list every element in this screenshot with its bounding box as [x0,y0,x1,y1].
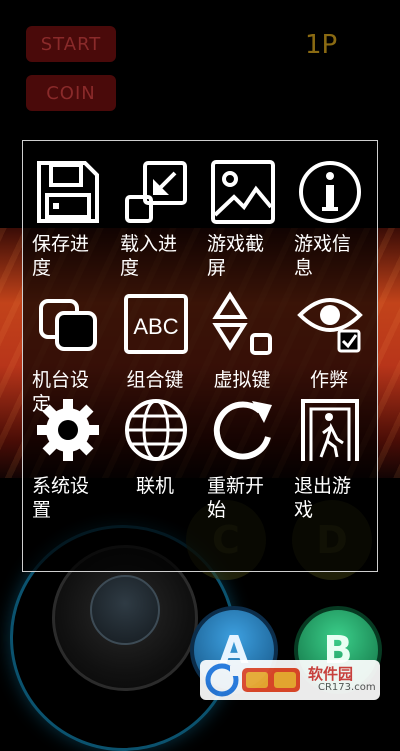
menu-item-label: 退出游戏 [294,475,352,521]
menu-item-cheat[interactable]: 作弊 [285,272,371,402]
menu-item-combo-keys[interactable]: ABC 组合键 [111,272,197,402]
virtual-keys-icon [212,291,272,355]
save-icon [37,161,99,223]
menu-item-screenshot[interactable]: 游戏截屏 [198,141,284,279]
globe-icon [125,399,187,461]
menu-item-exit[interactable]: 退出游戏 [285,392,371,522]
joystick-knob[interactable] [90,575,160,645]
game-menu-panel: 保存进度 载入进度 游戏截屏 游戏信息 机台设定 ABC 组合键 虚拟键 作弊 … [22,140,378,572]
menu-item-label: 虚拟键 [213,369,271,391]
screenshot-icon [211,160,275,224]
svg-text:ABC: ABC [133,314,178,339]
menu-item-virtual-keys[interactable]: 虚拟键 [198,272,284,402]
menu-item-label: 组合键 [126,369,184,391]
watermark-logo-icon [205,663,300,697]
machine-settings-icon [39,299,97,351]
player-indicator: 1P [305,30,338,60]
menu-item-machine-settings[interactable]: 机台设定 [23,272,109,415]
exit-icon [301,399,359,461]
restart-icon [213,401,272,460]
load-icon [125,161,187,223]
menu-item-label: 系统设置 [32,475,90,521]
menu-item-label: 作弊 [309,369,348,391]
coin-button[interactable]: COIN [26,75,116,111]
site-watermark: 软件园 CR173.com [200,660,380,700]
menu-item-online[interactable]: 联机 [111,392,197,522]
menu-item-label: 联机 [135,475,174,497]
watermark-url: CR173.com [318,682,376,693]
cheat-icon [297,298,363,353]
menu-item-load[interactable]: 载入进度 [111,141,197,279]
menu-item-restart[interactable]: 重新开始 [198,392,284,522]
combo-keys-icon: ABC [124,294,188,354]
watermark-brand: 软件园 [308,665,354,683]
menu-item-info[interactable]: 游戏信息 [285,141,371,279]
gear-icon [37,399,99,461]
start-button[interactable]: START [26,26,116,62]
menu-item-label: 重新开始 [207,475,265,521]
menu-item-save[interactable]: 保存进度 [23,141,109,279]
info-icon [299,161,361,223]
menu-item-system-settings[interactable]: 系统设置 [23,392,109,522]
